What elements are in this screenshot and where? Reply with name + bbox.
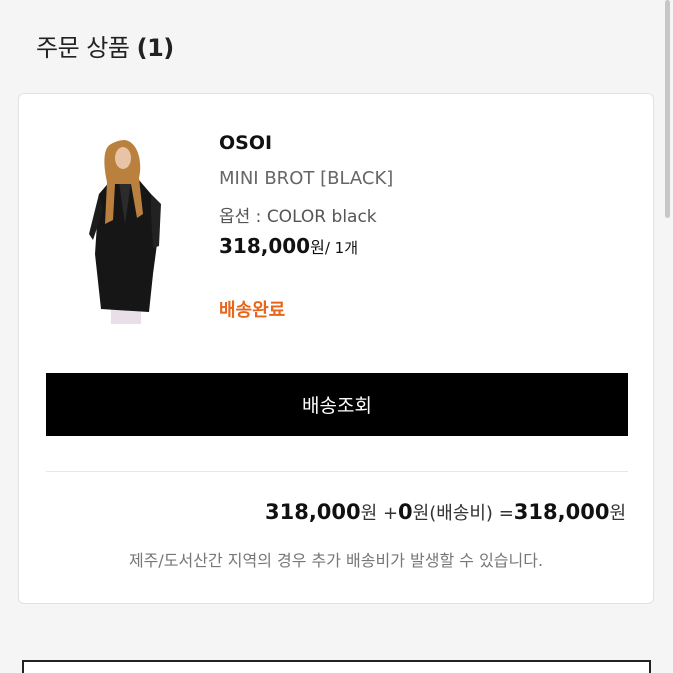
product-option: 옵션 : COLOR black [219,207,377,227]
shipping-fee: 0 [398,500,413,524]
product-name[interactable]: MINI BROT [BLACK] [219,168,393,189]
product-total: 318,000 [264,500,361,524]
shipping-notice: 제주/도서산간 지역의 경우 추가 배송비가 발생할 수 있습니다. [128,551,544,570]
product-total-unit: 원 [360,503,378,524]
section-item-count: (1) [136,34,175,62]
price-line: 318,000원/ 1개 [219,234,358,258]
divider [46,471,628,472]
plus-sign: + [382,503,399,524]
price-unit: 원 [310,238,325,257]
grand-total: 318,000 [513,500,610,524]
order-page: 주문 상품 (1) OSOI MINI BROT [BLACK] 옵션: CO… [0,0,673,673]
order-total-line: 318,000원 +0원(배송비) =318,000원 [265,499,626,525]
section-title-label: 주문 상품 [36,34,130,62]
product-price: 318,000 [219,234,311,258]
delivery-status: 배송완료 [219,300,286,321]
product-photo-model [89,140,161,324]
order-item-card: OSOI MINI BROT [BLACK] 옵션 : COLOR black … [18,93,654,604]
track-delivery-button[interactable]: 배송조회 [46,373,628,436]
scrollbar[interactable] [665,0,670,218]
next-section-box [22,660,651,673]
product-quantity: / 1개 [324,239,358,257]
grand-total-unit: 원 [609,503,626,524]
shipping-fee-unit: 원(배송비) [412,503,493,524]
equals-sign: = [498,503,514,524]
product-image[interactable] [81,134,173,326]
product-brand[interactable]: OSOI [219,132,272,154]
section-title: 주문 상품 (1) [36,28,174,63]
